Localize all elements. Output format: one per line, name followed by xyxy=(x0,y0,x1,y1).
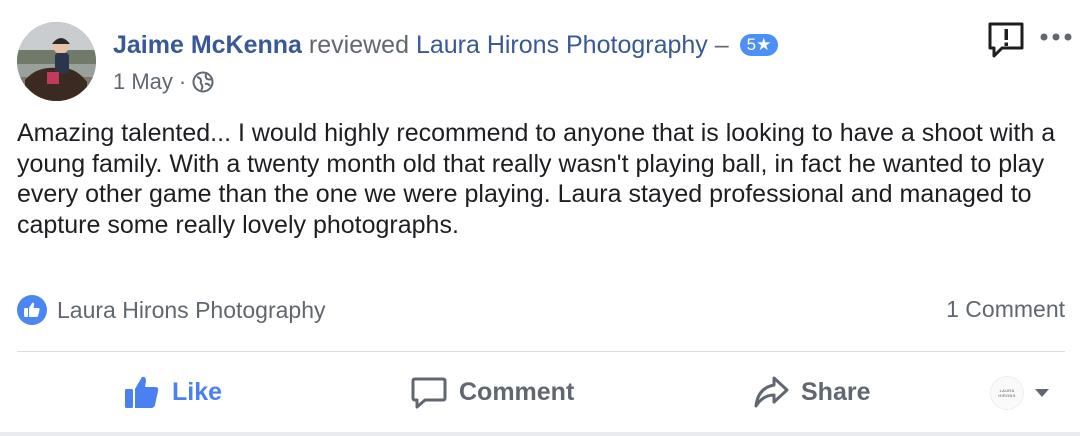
globe-icon xyxy=(192,71,214,100)
review-header: Jaime McKenna reviewed Laura Hirons Phot… xyxy=(113,30,779,60)
more-options-icon[interactable] xyxy=(1038,26,1074,48)
comment-icon xyxy=(411,377,447,409)
review-action-text: reviewed xyxy=(308,31,409,59)
reactions-summary[interactable]: Laura Hirons Photography xyxy=(17,294,326,326)
thumbs-up-icon xyxy=(125,376,159,408)
comment-button[interactable]: Comment xyxy=(411,370,574,414)
reactor-names: Laura Hirons Photography xyxy=(57,296,326,323)
author-avatar[interactable] xyxy=(17,22,96,101)
review-card: Jaime McKenna reviewed Laura Hirons Phot… xyxy=(0,0,1080,436)
comment-count-link[interactable]: 1 Comment xyxy=(946,296,1065,323)
review-text: Amazing talented... I would highly recom… xyxy=(17,119,1056,239)
share-label: Share xyxy=(801,377,871,406)
author-name[interactable]: Jaime McKenna xyxy=(113,31,302,59)
like-button[interactable]: Like xyxy=(124,370,222,414)
like-label: Like xyxy=(172,377,223,406)
like-icon xyxy=(17,295,47,325)
comment-label: Comment xyxy=(459,377,575,406)
page-name-link[interactable]: Laura Hirons Photography xyxy=(416,31,708,59)
page-identity-selector[interactable]: LAURA HIRONS xyxy=(990,376,1050,410)
card-bottom-edge xyxy=(0,432,1080,436)
avatar-photo xyxy=(17,22,96,101)
share-button[interactable]: Share xyxy=(753,370,870,414)
post-meta: 1 May · xyxy=(113,68,214,100)
share-icon xyxy=(754,376,789,408)
rating-badge: 5★ xyxy=(739,34,779,56)
actions-divider xyxy=(17,351,1065,352)
chevron-down-icon xyxy=(1035,389,1049,397)
page-avatar: LAURA HIRONS xyxy=(990,376,1024,410)
header-separator: – xyxy=(714,31,729,59)
report-icon[interactable] xyxy=(986,20,1026,60)
post-date[interactable]: 1 May xyxy=(113,69,173,94)
meta-dot: · xyxy=(178,69,187,94)
